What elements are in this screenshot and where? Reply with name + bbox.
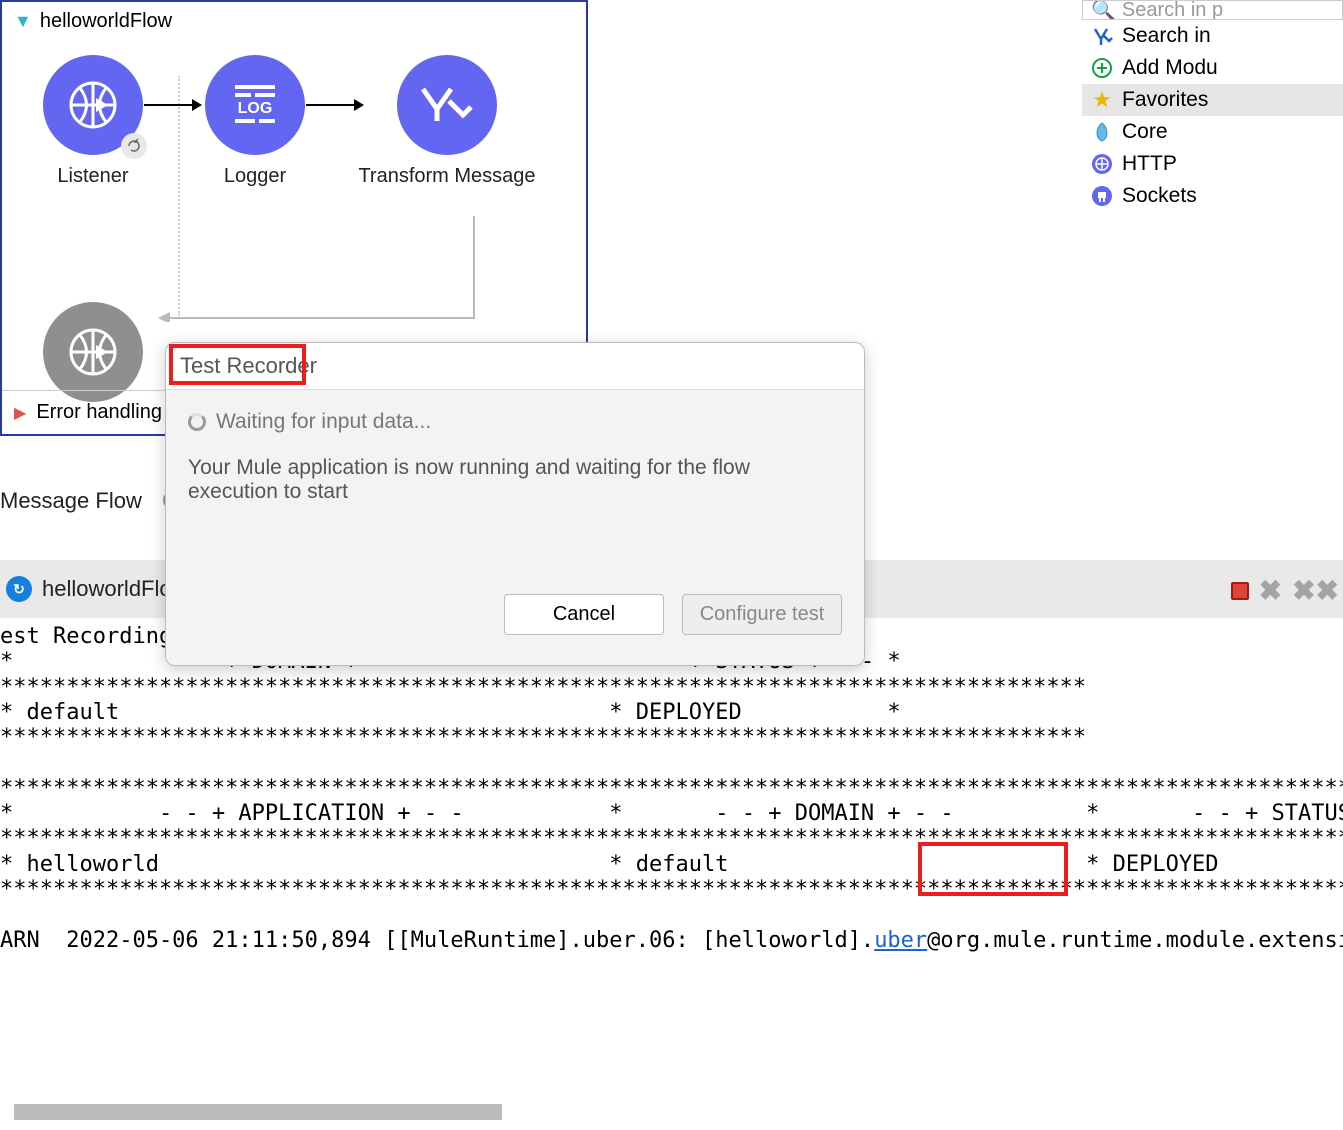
test-recorder-dialog: Test Recorder Waiting for input data... …	[165, 342, 865, 666]
tab-message-flow[interactable]: Message Flow	[0, 488, 142, 514]
listener-icon	[43, 55, 143, 155]
stop-icon[interactable]	[1231, 582, 1249, 600]
palette-sockets[interactable]: Sockets	[1082, 180, 1343, 212]
console-link[interactable]: uber	[874, 928, 927, 953]
console-output[interactable]: est Recording [MUnit Test Recording] * -…	[0, 624, 1343, 953]
flow-nodes: Listener LOG Logger	[2, 41, 586, 188]
return-path	[156, 216, 476, 322]
flow-badge-icon: ↻	[6, 576, 32, 602]
console-line: * - - + APPLICATION + - - * - - + DOMAIN…	[0, 801, 1343, 826]
transform-node[interactable]: Transform Message	[362, 55, 532, 188]
dialog-buttons: Cancel Configure test	[188, 594, 842, 635]
palette-search-exchange-label: Search in	[1122, 24, 1211, 48]
flow-name: helloworldFlow	[40, 10, 172, 33]
close-icon[interactable]: ✖	[1259, 574, 1282, 607]
core-icon	[1090, 120, 1114, 144]
scrollbar-thumb[interactable]	[14, 1104, 502, 1120]
console-line: ****************************************…	[0, 776, 1343, 801]
console-line: ****************************************…	[0, 725, 1086, 750]
globe-response-icon	[43, 302, 143, 402]
error-handling-label: Error handling	[36, 401, 162, 424]
console-line: ****************************************…	[0, 826, 1343, 851]
spinner-icon	[188, 413, 206, 431]
logger-node[interactable]: LOG Logger	[200, 55, 310, 188]
add-icon	[1090, 56, 1114, 80]
palette-http[interactable]: HTTP	[1082, 148, 1343, 180]
transform-icon	[397, 55, 497, 155]
highlight-box	[169, 344, 306, 385]
console-line: ARN 2022-05-06 21:11:50,894 [[MuleRuntim…	[0, 928, 1343, 953]
palette-add-module-label: Add Modu	[1122, 56, 1218, 80]
palette-http-label: HTTP	[1122, 152, 1177, 176]
palette-favorites-label: Favorites	[1122, 88, 1208, 112]
palette-search-exchange[interactable]: Search in	[1082, 20, 1343, 52]
arrow-icon	[148, 55, 200, 155]
dialog-message: Your Mule application is now running and…	[188, 456, 842, 504]
logger-label: Logger	[224, 165, 286, 188]
palette-search-text: Search in p	[1122, 0, 1223, 20]
palette-core[interactable]: Core	[1082, 116, 1343, 148]
search-icon: 🔍	[1091, 0, 1116, 20]
palette-favorites[interactable]: ★ Favorites	[1082, 84, 1343, 116]
palette: 🔍 Search in p Search in Add Modu ★ Favor…	[1082, 0, 1343, 212]
collapse-triangle-icon[interactable]: ▼	[14, 11, 32, 32]
console-toolbar: ✖ ✖✖	[1231, 574, 1339, 607]
dialog-status: Waiting for input data...	[188, 410, 842, 434]
svg-text:LOG: LOG	[238, 100, 273, 117]
listener-node[interactable]: Listener	[38, 55, 148, 188]
error-flag-icon: ▶	[14, 403, 26, 423]
palette-add-module[interactable]: Add Modu	[1082, 52, 1343, 84]
palette-search[interactable]: 🔍 Search in p	[1082, 0, 1343, 20]
dialog-body: Waiting for input data... Your Mule appl…	[166, 390, 864, 665]
arrow-icon	[310, 55, 362, 155]
dialog-status-text: Waiting for input data...	[216, 410, 431, 434]
response-node[interactable]	[38, 302, 148, 402]
console-line: * helloworld * default * DEPLOYED *	[0, 852, 1343, 877]
exchange-icon	[1090, 24, 1114, 48]
logger-icon: LOG	[205, 55, 305, 155]
console-line: ****************************************…	[0, 675, 1086, 700]
console-line: ****************************************…	[0, 877, 1343, 902]
console-line: * default * DEPLOYED *	[0, 700, 901, 725]
palette-sockets-label: Sockets	[1122, 184, 1197, 208]
cancel-button[interactable]: Cancel	[504, 594, 664, 635]
transform-label: Transform Message	[358, 165, 535, 188]
close-all-icon[interactable]: ✖✖	[1292, 574, 1339, 607]
star-icon: ★	[1090, 88, 1114, 112]
palette-core-label: Core	[1122, 120, 1168, 144]
http-icon	[1090, 152, 1114, 176]
configure-test-button: Configure test	[682, 594, 842, 635]
flow-title-row[interactable]: ▼ helloworldFlow	[2, 2, 586, 41]
highlight-box	[918, 842, 1068, 896]
listener-label: Listener	[57, 165, 128, 188]
refresh-badge-icon	[121, 133, 147, 159]
sockets-icon	[1090, 184, 1114, 208]
